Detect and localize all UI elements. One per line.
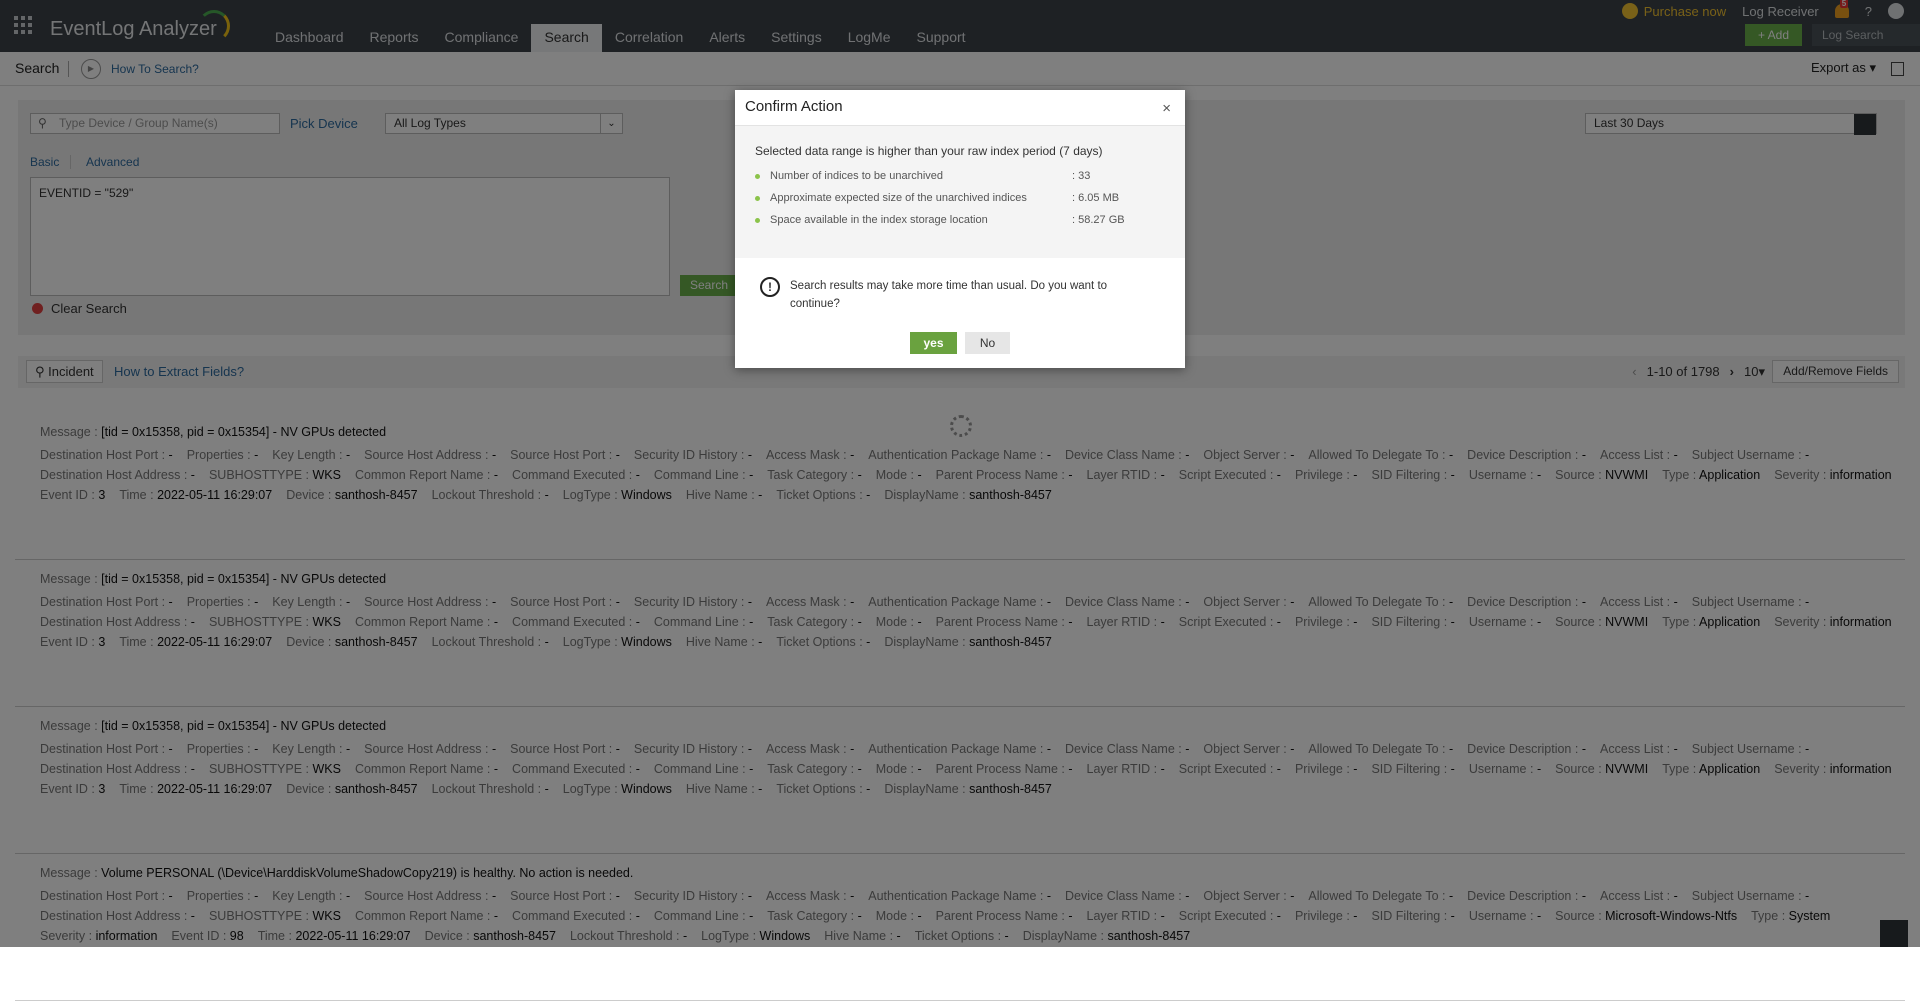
info-label: Number of indices to be unarchived: [770, 170, 944, 182]
dialog-title: Confirm Action: [745, 98, 843, 115]
list-item: Approximate expected size of the unarchi…: [755, 192, 1165, 214]
info-label: Space available in the index storage loc…: [770, 214, 988, 226]
list-item: Number of indices to be unarchived : 33: [755, 170, 1165, 192]
close-icon[interactable]: ×: [1162, 100, 1171, 117]
info-label: Approximate expected size of the unarchi…: [770, 192, 1027, 204]
warning-icon: !: [760, 277, 780, 297]
yes-button[interactable]: yes: [910, 332, 957, 354]
list-item: Space available in the index storage loc…: [755, 214, 1165, 236]
warning-text: Search results may take more time than u…: [790, 280, 1108, 310]
no-button[interactable]: No: [965, 332, 1010, 354]
confirm-action-dialog: Confirm Action × Selected data range is …: [735, 90, 1185, 368]
index-info-list: Number of indices to be unarchived : 33 A…: [755, 170, 1165, 236]
info-value: : 33: [1072, 170, 1091, 182]
dialog-body: Selected data range is higher than your …: [735, 126, 1185, 258]
dialog-header: Confirm Action ×: [735, 90, 1185, 126]
info-value: : 58.27 GB: [1072, 214, 1125, 226]
info-value: : 6.05 MB: [1072, 192, 1120, 204]
dialog-heading: Selected data range is higher than your …: [755, 144, 1103, 158]
